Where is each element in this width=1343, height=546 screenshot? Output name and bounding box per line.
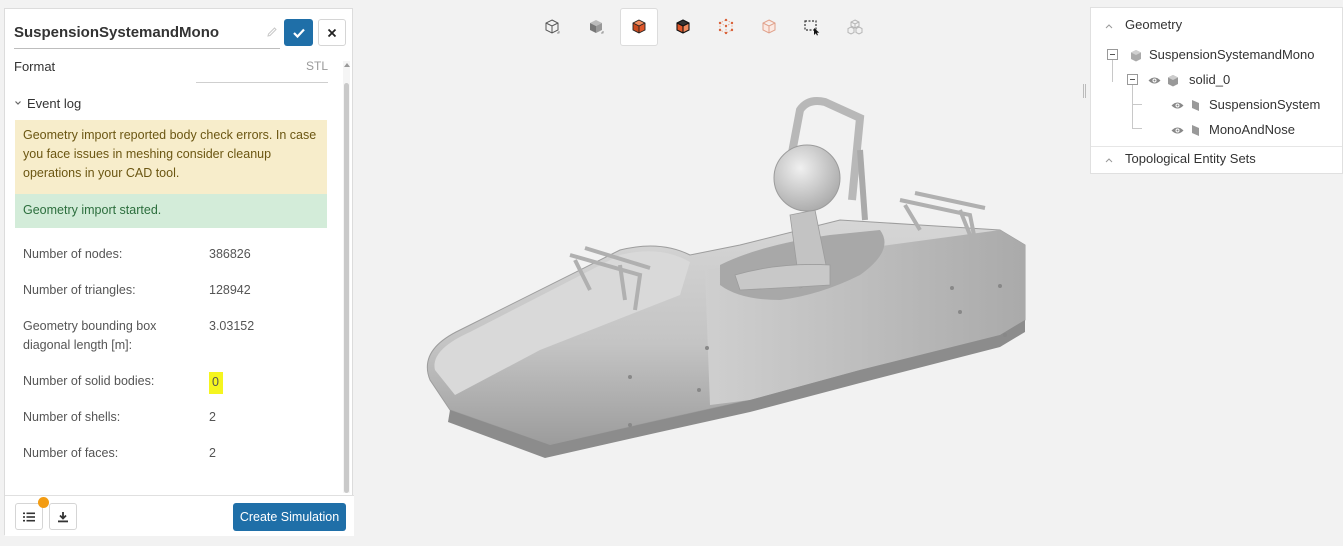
dotted-cube-icon bbox=[718, 18, 734, 35]
format-row: Format STL bbox=[14, 59, 334, 83]
stat-value: 2 bbox=[209, 446, 216, 460]
box-select-icon bbox=[804, 20, 820, 36]
create-simulation-button[interactable]: Create Simulation bbox=[233, 503, 346, 531]
shaded-cube-icon bbox=[590, 20, 604, 34]
transparent-view-tool[interactable] bbox=[750, 8, 788, 46]
face-icon bbox=[1192, 125, 1199, 136]
caret-up-icon bbox=[1105, 158, 1113, 163]
cubes-icon bbox=[847, 19, 863, 35]
geometry-section-label: Geometry bbox=[1125, 17, 1183, 32]
stat-value: 3.03152 bbox=[209, 319, 255, 333]
stat-value: 386826 bbox=[209, 247, 251, 261]
tree-connector bbox=[1132, 128, 1142, 129]
close-icon bbox=[327, 28, 337, 37]
event-log-title: Event log bbox=[27, 96, 82, 111]
list-icon bbox=[23, 512, 35, 521]
collapse-toggle[interactable] bbox=[1107, 49, 1118, 60]
collapse-toggle[interactable] bbox=[1127, 74, 1138, 85]
stat-label: Number of nodes: bbox=[23, 247, 123, 261]
tree-child-label: SuspensionSystem bbox=[1209, 97, 1321, 112]
resize-handle[interactable] bbox=[1083, 84, 1086, 98]
solid-edges-view-tool[interactable] bbox=[664, 8, 702, 46]
close-button[interactable] bbox=[318, 19, 346, 46]
caret-up-icon bbox=[1105, 24, 1113, 29]
eye-icon[interactable] bbox=[1171, 126, 1184, 135]
car-model-render bbox=[426, 97, 1026, 458]
box-select-tool[interactable] bbox=[793, 8, 831, 46]
transparent-cube-icon bbox=[762, 19, 776, 34]
section-divider bbox=[1091, 146, 1342, 147]
format-value: STL bbox=[196, 59, 328, 83]
geometry-name-input[interactable]: SuspensionSystemandMono bbox=[14, 19, 280, 49]
panel-content: Format STL Event log Geometry import rep… bbox=[5, 55, 354, 495]
geometry-name-text: SuspensionSystemandMono bbox=[14, 24, 220, 41]
stat-value-highlighted: 0 bbox=[209, 372, 223, 394]
panel-scrollbar[interactable] bbox=[343, 61, 350, 493]
chevron-down-icon bbox=[15, 101, 21, 105]
part-icon bbox=[1131, 50, 1141, 62]
check-icon bbox=[292, 28, 305, 38]
explode-view-tool[interactable] bbox=[836, 8, 874, 46]
warning-message: Geometry import reported body check erro… bbox=[15, 120, 327, 194]
scroll-up-arrow[interactable] bbox=[344, 63, 350, 67]
stat-value: 2 bbox=[209, 410, 216, 424]
eye-icon[interactable] bbox=[1148, 76, 1161, 85]
stat-label: Geometry bounding box diagonal length [m… bbox=[23, 319, 157, 352]
title-row: SuspensionSystemandMono bbox=[5, 9, 354, 53]
format-label: Format bbox=[14, 59, 56, 74]
tree-child-label: MonoAndNose bbox=[1209, 122, 1295, 137]
tree-connector bbox=[1132, 85, 1133, 129]
shaded-view-tool[interactable] bbox=[577, 8, 615, 46]
list-button[interactable] bbox=[15, 503, 43, 530]
stat-value: 128942 bbox=[209, 283, 251, 297]
stat-label: Number of solid bodies: bbox=[23, 374, 155, 388]
edged-cube-icon bbox=[676, 19, 690, 34]
shaded-edges-view-tool[interactable] bbox=[620, 8, 658, 46]
view-toolbar bbox=[533, 8, 869, 46]
confirm-button[interactable] bbox=[284, 19, 313, 46]
download-icon bbox=[58, 511, 68, 522]
wireframe-cube-icon bbox=[545, 19, 560, 34]
stat-label: Number of faces: bbox=[23, 446, 119, 460]
3d-viewport[interactable] bbox=[360, 50, 1080, 540]
vertices-view-tool[interactable] bbox=[707, 8, 745, 46]
stat-label: Number of shells: bbox=[23, 410, 121, 424]
eye-icon[interactable] bbox=[1171, 101, 1184, 110]
tree-root-label: SuspensionSystemandMono bbox=[1149, 47, 1315, 62]
face-icon bbox=[1192, 100, 1199, 111]
notification-badge bbox=[38, 497, 49, 508]
stat-label: Number of triangles: bbox=[23, 283, 136, 297]
pencil-icon bbox=[267, 27, 277, 37]
success-message: Geometry import started. bbox=[15, 194, 327, 228]
tree-connector bbox=[1112, 60, 1113, 82]
download-button[interactable] bbox=[49, 503, 77, 530]
topological-sets-label: Topological Entity Sets bbox=[1125, 151, 1256, 166]
orange-cube-icon bbox=[632, 19, 646, 34]
panel-footer: Create Simulation bbox=[5, 495, 354, 536]
geometry-panel: SuspensionSystemandMono Format STL Event… bbox=[4, 8, 354, 536]
wireframe-view-tool[interactable] bbox=[533, 8, 571, 46]
tree-connector bbox=[1132, 104, 1142, 105]
scroll-thumb[interactable] bbox=[344, 83, 349, 493]
solid-cube-icon bbox=[1168, 75, 1178, 87]
tree-solid-label: solid_0 bbox=[1189, 72, 1231, 87]
scene-tree-panel: Geometry SuspensionSystemandMono solid_0… bbox=[1090, 7, 1343, 174]
